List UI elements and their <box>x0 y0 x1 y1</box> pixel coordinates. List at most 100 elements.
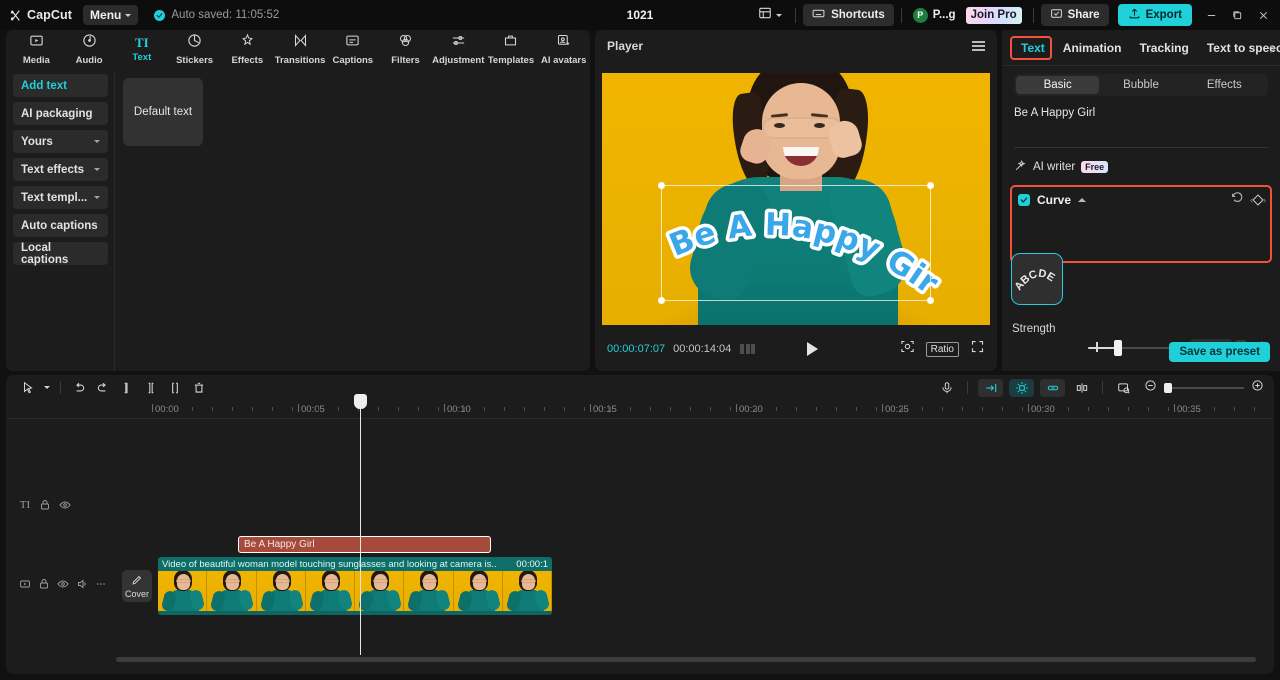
redo-icon[interactable] <box>91 376 115 400</box>
select-tool-dropdown[interactable] <box>40 376 54 400</box>
check-circle-icon <box>154 10 165 21</box>
nav-item-templates[interactable]: Templates <box>485 30 538 68</box>
fullscreen-icon[interactable] <box>970 339 985 359</box>
cover-button[interactable]: Cover <box>122 570 152 602</box>
split-icon[interactable] <box>115 376 139 400</box>
snap-icon[interactable] <box>1069 379 1094 397</box>
minimize-button[interactable] <box>1198 0 1224 30</box>
undo-icon[interactable] <box>67 376 91 400</box>
lock-icon[interactable] <box>34 574 53 594</box>
video-stage[interactable]: Be A Happy Girl Be A Happy Girl <box>602 73 990 325</box>
save-as-preset-button[interactable]: Save as preset <box>1169 342 1270 362</box>
visibility-icon[interactable] <box>55 495 75 515</box>
account-button[interactable]: P P...g Join Pro <box>909 7 1026 24</box>
keyframe-control[interactable]: ‹ › <box>1250 195 1266 205</box>
timeline-horizontal-scrollbar[interactable] <box>116 657 1256 662</box>
ruler-label: 00:15 <box>593 404 617 415</box>
reset-icon[interactable] <box>1231 191 1244 209</box>
auto-cut-icon[interactable] <box>1009 379 1034 397</box>
nav-item-stickers[interactable]: Stickers <box>168 30 221 68</box>
category-text-effects[interactable]: Text effects <box>13 158 108 181</box>
visibility-icon[interactable] <box>53 574 72 594</box>
free-badge: Free <box>1081 161 1108 173</box>
divider <box>795 8 796 23</box>
default-text-tile[interactable]: Default text <box>123 78 203 146</box>
zoom-slider-track[interactable] <box>1164 387 1244 389</box>
category-ai-packaging[interactable]: AI packaging <box>13 102 108 125</box>
record-voiceover-icon[interactable] <box>934 379 959 397</box>
video-clip[interactable]: Video of beautiful woman model touching … <box>158 557 552 615</box>
mirror-icon[interactable] <box>978 379 1003 397</box>
category-text-templates[interactable]: Text templ... <box>13 186 108 209</box>
nav-item-media[interactable]: Media <box>10 30 63 68</box>
zoom-out-icon[interactable] <box>1144 379 1157 397</box>
category-local-captions[interactable]: Local captions <box>13 242 108 265</box>
divider <box>1102 381 1103 394</box>
playhead-knob[interactable] <box>354 394 367 409</box>
category-auto-captions[interactable]: Auto captions <box>13 214 108 237</box>
cover-label: Cover <box>125 589 149 599</box>
join-pro-button[interactable]: Join Pro <box>966 7 1022 24</box>
ai-writer-button[interactable]: AI writer Free <box>1014 156 1268 178</box>
nav-label: AI avatars <box>541 55 586 66</box>
delete-icon[interactable] <box>187 376 211 400</box>
zoom-slider-thumb[interactable] <box>1164 383 1172 393</box>
category-add-text[interactable]: Add text <box>13 74 108 97</box>
tab-tracking[interactable]: Tracking <box>1130 37 1197 59</box>
capcut-logo-icon <box>9 9 22 22</box>
segment-effects[interactable]: Effects <box>1183 76 1266 94</box>
export-button[interactable]: Export <box>1118 4 1192 26</box>
nav-item-adjustment[interactable]: Adjustment <box>432 30 485 68</box>
menu-button[interactable]: Menu <box>83 5 138 25</box>
text-clip[interactable]: Be A Happy Girl <box>238 536 491 553</box>
text-input-area[interactable]: Be A Happy Girl <box>1014 106 1268 148</box>
tab-animation[interactable]: Animation <box>1054 37 1131 59</box>
cover-edit-icon <box>131 574 143 588</box>
category-yours[interactable]: Yours <box>13 130 108 153</box>
segment-basic[interactable]: Basic <box>1016 76 1099 94</box>
close-button[interactable] <box>1250 0 1276 30</box>
snapshot-icon[interactable] <box>900 339 915 359</box>
cover-settings-icon[interactable] <box>1111 379 1136 397</box>
lock-icon[interactable] <box>35 495 55 515</box>
nav-item-audio[interactable]: Audio <box>63 30 116 68</box>
text-track-header: TI <box>6 495 110 515</box>
nav-item-captions[interactable]: Captions <box>326 30 379 68</box>
video-clip-label: Video of beautiful woman model touching … <box>162 559 497 570</box>
layout-switch-button[interactable] <box>752 4 788 26</box>
zoom-in-icon[interactable] <box>1251 379 1264 397</box>
nav-item-effects[interactable]: Effects <box>221 30 274 68</box>
nav-item-transitions[interactable]: Transitions <box>274 30 327 68</box>
mute-icon[interactable] <box>72 574 91 594</box>
trim-right-icon[interactable] <box>163 376 187 400</box>
chevron-up-icon[interactable] <box>1078 198 1086 202</box>
strength-slider-thumb[interactable] <box>1114 340 1122 356</box>
select-tool-icon[interactable] <box>16 376 40 400</box>
nav-label: Stickers <box>176 55 213 66</box>
timeline-ruler[interactable]: 00:00 00:05 00:10 00:15 00:20 <box>6 400 1274 419</box>
curve-checkbox[interactable] <box>1018 194 1030 206</box>
tabs-overflow-icon[interactable] <box>1266 42 1278 60</box>
play-button[interactable] <box>807 342 818 356</box>
window-controls <box>1198 0 1276 30</box>
playhead[interactable] <box>360 402 361 655</box>
trim-left-icon[interactable] <box>139 376 163 400</box>
nav-item-filters[interactable]: Filters <box>379 30 432 68</box>
zoom-controls <box>1144 379 1264 397</box>
shortcuts-button[interactable]: Shortcuts <box>803 4 894 26</box>
frame-grid-icon[interactable] <box>740 344 755 354</box>
filters-icon <box>398 33 413 53</box>
segment-bubble[interactable]: Bubble <box>1099 76 1182 94</box>
more-options-icon[interactable] <box>91 574 110 594</box>
maximize-button[interactable] <box>1224 0 1250 30</box>
tab-text[interactable]: Text <box>1012 37 1054 59</box>
overlay-text-fill: Be A Happy Girl <box>658 195 945 302</box>
nav-item-text[interactable]: TI Text <box>115 30 168 68</box>
player-menu-icon[interactable] <box>972 41 985 51</box>
curve-preset-thumbnail[interactable]: ABCDE <box>1011 253 1063 305</box>
share-button[interactable]: Share <box>1041 4 1109 26</box>
style-segmented-control: Basic Bubble Effects <box>1014 74 1268 96</box>
link-icon[interactable] <box>1040 379 1065 397</box>
nav-item-ai-avatars[interactable]: AI avatars <box>537 30 590 68</box>
ratio-button[interactable]: Ratio <box>926 342 959 357</box>
